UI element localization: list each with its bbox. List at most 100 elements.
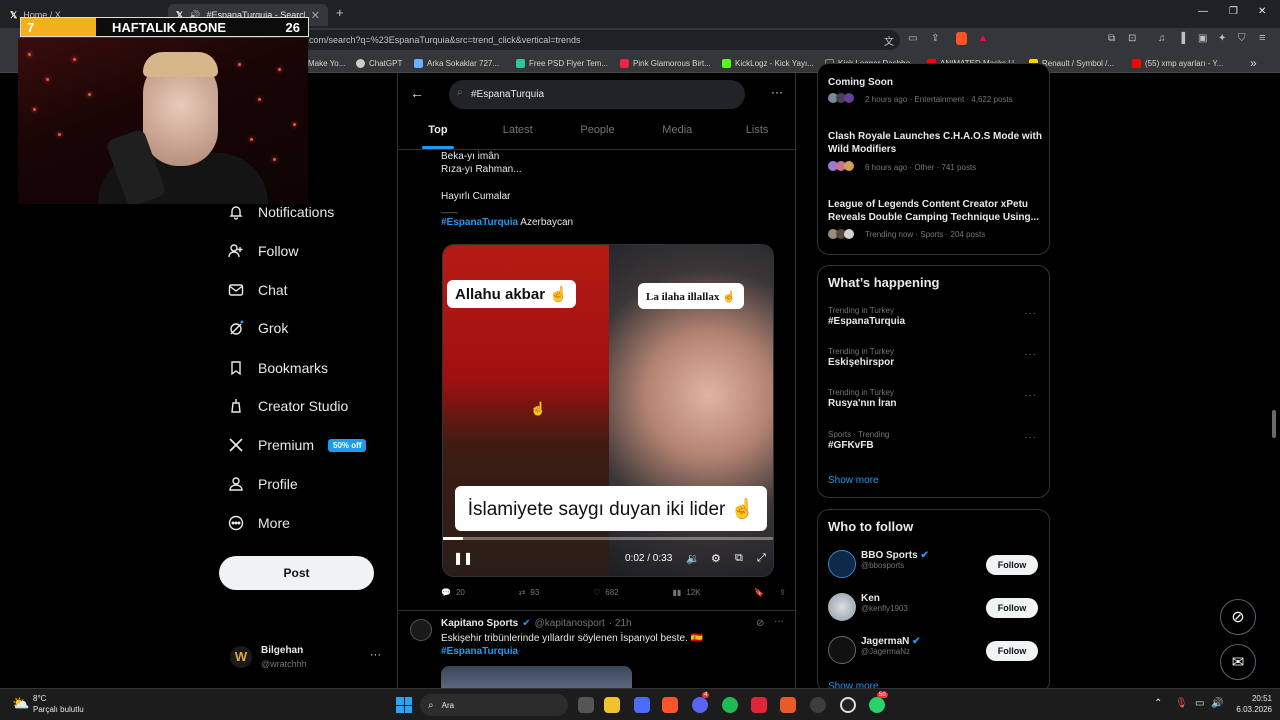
spotify-icon[interactable] [722,697,738,713]
grok-icon[interactable]: ⊘ [756,618,764,629]
bookmark-item[interactable]: Free PSD Flyer Tem... [516,53,608,73]
nav-more[interactable]: More [228,511,290,535]
views-button[interactable]: ▮▮ 12K [672,585,700,599]
windows-start-icon[interactable] [396,697,412,713]
tray-overflow-icon[interactable]: ⌃ [1154,698,1162,709]
more-dots-icon[interactable]: ··· [370,649,381,661]
more-dots-icon[interactable]: ··· [1024,390,1037,401]
steam-icon[interactable] [810,697,826,713]
settings-gear-icon[interactable]: ⚙ [711,552,721,565]
post-media[interactable] [441,666,632,688]
bookmark-item[interactable]: KickLogz - Kick Yayı... [722,53,814,73]
vpn-icon[interactable]: ⛉ [1238,33,1246,44]
whatsapp-icon[interactable] [869,697,885,713]
share-icon[interactable]: ⇪ [931,33,939,44]
nav-premium[interactable]: Premium 50% off [228,433,367,457]
tab-latest[interactable]: Latest [478,117,558,149]
brave-shield-icon[interactable] [956,32,967,45]
hashtag-link[interactable]: #EspanaTurquia [441,646,518,657]
nav-bookmarks[interactable]: Bookmarks [228,356,328,380]
clock-date[interactable]: 6.03.2026 [1222,705,1272,714]
sidebar-icon[interactable]: ▐ [1178,33,1185,44]
brave-rewards-icon[interactable]: ▲ [978,33,988,44]
back-arrow-icon[interactable]: ← [410,85,424,101]
post-2[interactable]: Kapitano Sports ✔ @kapitanosport · 21h ⊘… [398,610,795,688]
tab-media[interactable]: Media [637,117,717,149]
wallet-icon[interactable]: ▣ [1198,33,1207,44]
brave-icon[interactable] [662,697,678,713]
translate-icon[interactable]: 文 [884,33,894,48]
nav-creator-studio[interactable]: Creator Studio [228,394,348,418]
pause-icon[interactable]: ❚❚ [453,551,473,565]
clock-time[interactable]: 20:51 [1232,694,1272,703]
more-dots-icon[interactable]: ··· [1024,308,1037,319]
media-icon[interactable]: ♫ [1158,33,1166,44]
grok-fab[interactable]: ⊘ [1220,599,1256,635]
bookmark-item[interactable]: ChatGPT [356,53,402,73]
screenshot-icon[interactable]: ⊡ [1128,33,1136,44]
hashtag-link[interactable]: #EspanaTurquia [441,217,518,228]
search-options-icon[interactable]: ··· [771,85,783,99]
tab-people[interactable]: People [558,117,638,149]
messages-fab[interactable]: ✉ [1220,644,1256,680]
obs-icon[interactable] [840,697,856,713]
follow-suggestion[interactable]: BBO Sports ✔ @bbosports [861,550,929,570]
bookmark-item[interactable]: (55) xmp ayarları - Y... [1132,53,1223,73]
avatar[interactable] [828,593,856,621]
trend-item[interactable]: Sports · Trending #GFKvFB [828,430,1038,452]
nav-chat[interactable]: Chat [228,278,288,302]
close-window-button[interactable]: ✕ [1258,6,1266,17]
video-player[interactable]: Allahu akbar ☝ La ilaha illallax ☝ İslam… [442,244,774,577]
news-title[interactable]: League of Legends Content Creator xPetu … [828,198,1043,224]
more-dots-icon[interactable]: ··· [1024,349,1037,360]
tab-lists[interactable]: Lists [717,117,795,149]
maximize-button[interactable]: ❐ [1229,6,1238,17]
follow-suggestion[interactable]: JagermaN ✔ @JagermaNz [861,636,921,656]
reply-button[interactable]: 💬 20 [441,585,465,599]
discord-icon[interactable] [692,697,708,713]
search-input[interactable]: ⌕ #EspanaTurquia [449,80,745,109]
file-explorer-icon[interactable] [604,697,620,713]
like-button[interactable]: ♡ 682 [593,585,619,599]
extensions-icon[interactable]: ⧉ [1108,33,1115,44]
news-title[interactable]: Coming Soon [828,76,893,89]
bookmark-item[interactable]: Arka Sokaklar 727... [414,53,499,73]
close-tab-icon[interactable]: ✕ [311,9,320,22]
page-scrollbar[interactable] [1272,410,1276,438]
follow-button[interactable]: Follow [986,555,1038,575]
nav-follow[interactable]: Follow [228,239,298,263]
network-icon[interactable]: ▭ [1195,698,1204,709]
new-tab-button[interactable]: + [336,5,344,20]
leo-ai-icon[interactable]: ✦ [1218,33,1226,44]
follow-button[interactable]: Follow [986,598,1038,618]
bookmark-item[interactable]: Pink Glamorous Birt... [620,53,711,73]
tab-top[interactable]: Top [398,117,478,149]
nav-grok[interactable]: Grok [228,316,288,340]
url-field[interactable]: x.com/search?q=%23EspanaTurquia&src=tren… [280,30,900,50]
picture-in-picture-icon[interactable]: ⧉ [735,552,743,565]
volume-icon[interactable]: 🔉 [686,552,700,565]
avatar[interactable] [828,550,856,578]
task-view-icon[interactable] [578,697,594,713]
nav-profile[interactable]: Profile [228,472,298,496]
taskbar-search[interactable]: ⌕ Ara [420,694,568,716]
follow-suggestion[interactable]: Ken @kenfly1903 [861,593,908,613]
author-name[interactable]: Kapitano Sports [441,618,518,629]
microphone-icon[interactable]: 🎙 [1175,698,1188,709]
more-dots-icon[interactable]: ··· [774,616,784,627]
opera-icon[interactable] [751,697,767,713]
more-dots-icon[interactable]: ··· [1024,432,1037,443]
account-switcher[interactable]: W Bilgehan @wratchhh ··· [228,640,388,678]
game-app-icon[interactable] [780,697,796,713]
news-title[interactable]: Clash Royale Launches C.H.A.O.S Mode wit… [828,130,1043,156]
show-more-link[interactable]: Show more [828,475,879,486]
weather-icon[interactable]: ⛅ [12,695,29,712]
repost-button[interactable]: ⇄ 93 [519,585,540,599]
fullscreen-icon[interactable]: ⤢ [757,552,766,565]
bookmark-item[interactable]: Make Yo... [308,53,345,73]
minimize-button[interactable]: — [1198,6,1208,17]
post-button[interactable]: Post [219,556,374,590]
bookmarks-overflow-icon[interactable]: » [1250,53,1257,73]
avatar[interactable] [828,636,856,664]
store-icon[interactable] [634,697,650,713]
